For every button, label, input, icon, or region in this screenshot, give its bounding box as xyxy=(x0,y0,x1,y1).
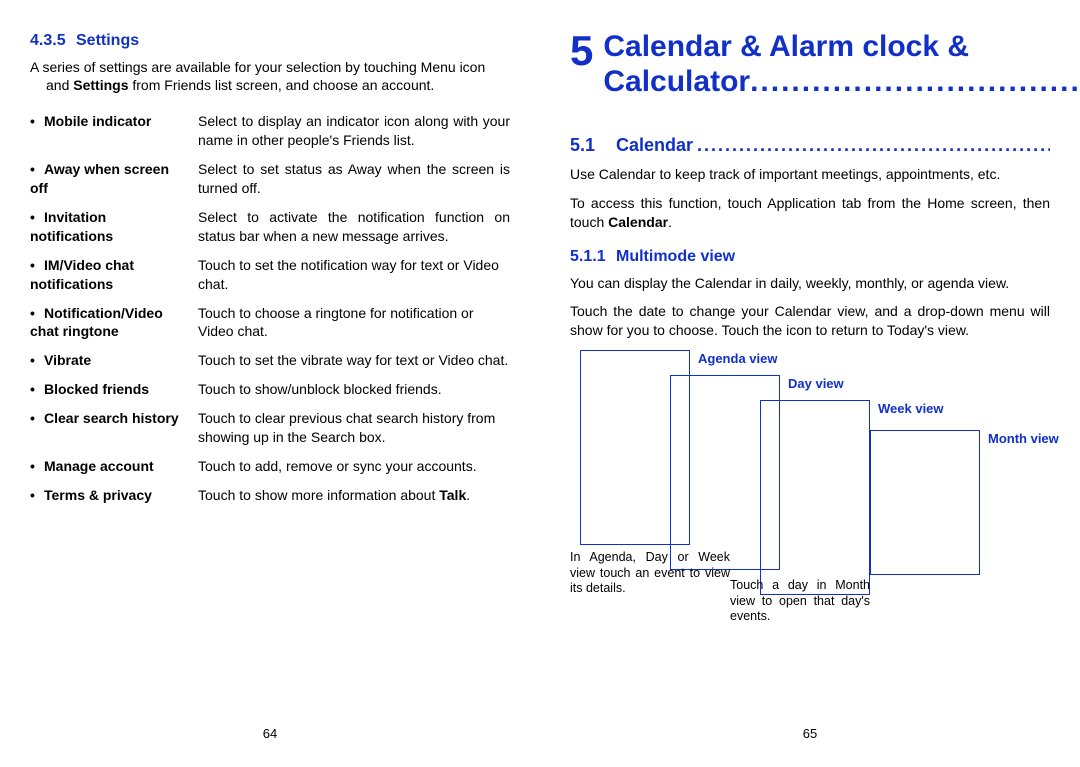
page-spread: 4.3.5Settings A series of settings are a… xyxy=(0,0,1080,767)
heading-text: Settings xyxy=(76,32,139,49)
option-desc: Touch to show more information about Tal… xyxy=(198,481,510,510)
option-desc: Select to set status as Away when the sc… xyxy=(198,155,510,203)
label-day: Day view xyxy=(788,375,844,393)
option-label: •Terms & privacy xyxy=(30,481,198,510)
table-row: •Blocked friends Touch to show/unblock b… xyxy=(30,375,510,404)
option-desc: Touch to clear previous chat search hist… xyxy=(198,404,510,452)
option-desc: Touch to set the vibrate way for text or… xyxy=(198,346,510,375)
intro-line1: A series of settings are available for y… xyxy=(30,59,485,75)
body-text: You can display the Calendar in daily, w… xyxy=(570,274,1050,293)
section-heading: 5.1 Calendar xyxy=(570,133,1050,157)
option-desc: Touch to set the notification way for te… xyxy=(198,251,510,299)
table-row: •Vibrate Touch to set the vibrate way fo… xyxy=(30,346,510,375)
settings-intro: A series of settings are available for y… xyxy=(30,58,510,96)
table-row: •Notification/Video chat ringtone Touch … xyxy=(30,299,510,347)
subsection-number: 5.1.1 xyxy=(570,246,616,268)
intro-line2: and Settings from Friends list screen, a… xyxy=(46,76,510,95)
rect-month xyxy=(870,430,980,575)
heading-number: 4.3.5 xyxy=(30,30,76,52)
page-number-right: 65 xyxy=(803,725,817,743)
body-text: Touch the date to change your Calendar v… xyxy=(570,302,1050,340)
body-text: To access this function, touch Applicati… xyxy=(570,194,1050,232)
option-desc: Touch to show/unblock blocked friends. xyxy=(198,375,510,404)
rect-week xyxy=(760,400,870,595)
option-label: •Mobile indicator xyxy=(30,107,198,155)
option-label: •Notification/Video chat ringtone xyxy=(30,299,198,347)
leader-dots xyxy=(697,133,1050,157)
option-label: •Blocked friends xyxy=(30,375,198,404)
table-row: •IM/Video chat notifications Touch to se… xyxy=(30,251,510,299)
option-desc: Touch to add, remove or sync your accoun… xyxy=(198,452,510,481)
label-week: Week view xyxy=(878,400,944,418)
page-right: 5 Calendar & Alarm clock & Calculator 5.… xyxy=(540,0,1080,767)
heading-settings: 4.3.5Settings xyxy=(30,30,510,52)
option-desc: Select to activate the notification func… xyxy=(198,203,510,251)
section-number: 5.1 xyxy=(570,133,616,157)
caption-right: Touch a day in Month view to open that d… xyxy=(730,578,870,625)
caption-left: In Agenda, Day or Week view touch an eve… xyxy=(570,550,730,597)
table-row: •Manage account Touch to add, remove or … xyxy=(30,452,510,481)
option-desc: Select to display an indicator icon alon… xyxy=(198,107,510,155)
option-label: •IM/Video chat notifications xyxy=(30,251,198,299)
section-title: Calendar xyxy=(616,133,693,157)
option-desc: Touch to choose a ringtone for notificat… xyxy=(198,299,510,347)
option-label: •Away when screen off xyxy=(30,155,198,203)
option-label: •Manage account xyxy=(30,452,198,481)
option-label: •Invitation notifications xyxy=(30,203,198,251)
table-row: •Away when screen off Select to set stat… xyxy=(30,155,510,203)
leader-dots xyxy=(750,65,1080,98)
option-label: •Vibrate xyxy=(30,346,198,375)
table-row: •Mobile indicator Select to display an i… xyxy=(30,107,510,155)
subsection-heading: 5.1.1Multimode view xyxy=(570,246,1050,268)
label-month: Month view xyxy=(988,430,1059,448)
page-left: 4.3.5Settings A series of settings are a… xyxy=(0,0,540,767)
page-number-left: 64 xyxy=(263,725,277,743)
chapter-heading: 5 Calendar & Alarm clock & Calculator xyxy=(570,30,1050,99)
label-agenda: Agenda view xyxy=(698,350,777,368)
table-row: •Invitation notifications Select to acti… xyxy=(30,203,510,251)
chapter-number: 5 xyxy=(570,30,593,72)
table-row: •Terms & privacy Touch to show more info… xyxy=(30,481,510,510)
settings-table: •Mobile indicator Select to display an i… xyxy=(30,107,510,509)
body-text: Use Calendar to keep track of important … xyxy=(570,165,1050,184)
subsection-title: Multimode view xyxy=(616,248,735,265)
views-diagram: Agenda view Day view Week view Month vie… xyxy=(570,350,1050,610)
option-label: •Clear search history xyxy=(30,404,198,452)
table-row: •Clear search history Touch to clear pre… xyxy=(30,404,510,452)
